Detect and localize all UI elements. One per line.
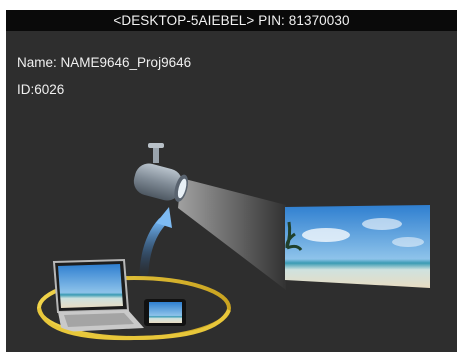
- laptop-icon: [52, 258, 144, 332]
- projected-screen-image: [285, 205, 430, 288]
- smartphone-icon: [144, 299, 186, 326]
- upload-arrow-icon: [139, 207, 172, 277]
- projection-screen: <DESKTOP-5AIEBEL> PIN: 81370030 Name: NA…: [6, 10, 457, 352]
- projector-icon: [133, 143, 286, 290]
- connection-illustration: [37, 143, 430, 341]
